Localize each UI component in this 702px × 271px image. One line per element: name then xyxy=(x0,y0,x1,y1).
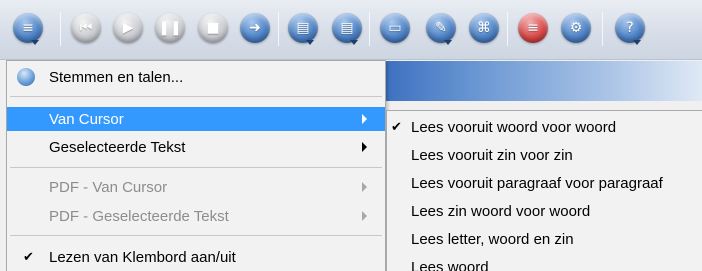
menu-separator xyxy=(10,96,382,97)
help-button[interactable]: ? xyxy=(613,11,647,45)
pause-icon-glyph: ❚❚ xyxy=(158,20,182,36)
screen-reader-button[interactable]: ▭ xyxy=(378,11,412,45)
checkmark-icon: ✔ xyxy=(23,249,34,265)
submenu-item[interactable]: Lees vooruit paragraaf voor paragraaf xyxy=(387,170,702,196)
menu-item-pdf-from-cursor: PDF - Van Cursor xyxy=(7,175,385,199)
submenu-arrow-icon xyxy=(362,182,367,192)
wrench-icon: ⚙ xyxy=(561,13,591,43)
pause-button[interactable]: ❚❚ xyxy=(153,11,187,45)
stop-icon: ■ xyxy=(198,13,228,43)
submenu-item-label: Lees vooruit woord voor woord xyxy=(411,118,617,136)
previous-button[interactable]: ⏮ xyxy=(69,11,103,45)
play-button[interactable]: ▶ xyxy=(111,11,145,45)
toolbar-separator xyxy=(60,12,61,46)
monitor-icon: ▭ xyxy=(380,13,410,43)
dropdown-arrow-icon xyxy=(350,40,358,45)
menu-item-from-cursor[interactable]: Van Cursor xyxy=(7,107,385,131)
play-icon-glyph: ▶ xyxy=(122,20,134,36)
scan-icon-glyph: ✎ xyxy=(435,20,447,36)
menu-item-pdf-from-cursor-label: PDF - Van Cursor xyxy=(49,178,168,196)
menu-separator xyxy=(10,167,382,168)
document-audio-icon: ▤ xyxy=(288,13,318,43)
menu-item-clipboard-label: Lezen van Klembord aan/uit xyxy=(49,248,236,266)
language-button[interactable]: ≡ xyxy=(516,11,550,45)
document-background xyxy=(380,61,702,101)
save-audio-button[interactable]: ▤ xyxy=(286,11,320,45)
menu-item-selected-text-label: Geselecteerde Tekst xyxy=(49,138,186,156)
record-icon-glyph: ▤ xyxy=(340,20,354,36)
settings-button[interactable]: ⚙ xyxy=(559,11,593,45)
toolbar-separator xyxy=(369,12,370,46)
menu-item-voices-label: Stemmen en talen... xyxy=(49,68,184,86)
checkmark-icon: ✔ xyxy=(391,119,402,135)
wrench-icon-glyph: ⚙ xyxy=(569,20,583,36)
voices-icon xyxy=(17,68,35,86)
play-icon: ▶ xyxy=(113,13,143,43)
book-icon: ⌘ xyxy=(469,13,499,43)
flag-icon: ≡ xyxy=(518,13,548,43)
speed-icon: ➜ xyxy=(240,13,270,43)
dropdown-arrow-icon xyxy=(633,40,641,45)
flag-icon-glyph: ≡ xyxy=(527,20,539,36)
help-icon: ? xyxy=(615,13,645,43)
book-icon-glyph: ⌘ xyxy=(477,20,491,36)
menu-item-from-cursor-label: Van Cursor xyxy=(49,110,124,128)
skip-back-icon-glyph: ⏮ xyxy=(79,20,93,36)
submenu-arrow-icon xyxy=(362,142,367,152)
submenu-item-label: Lees zin woord voor woord xyxy=(411,202,591,220)
submenu-item[interactable]: Lees vooruit zin voor zin xyxy=(387,142,702,168)
from-cursor-submenu: ✔ Lees vooruit woord voor woord Lees vooru… xyxy=(386,110,702,271)
submenu-arrow-icon xyxy=(362,114,367,124)
speed-icon-glyph: ➜ xyxy=(249,20,261,36)
submenu-arrow-icon xyxy=(362,211,367,221)
speed-button[interactable]: ➜ xyxy=(238,11,272,45)
submenu-item[interactable]: Lees zin woord voor woord xyxy=(387,198,702,224)
submenu-item-label: Lees vooruit zin voor zin xyxy=(411,146,573,164)
submenu-item-label: Lees letter, woord en zin xyxy=(411,230,574,248)
toolbar-separator xyxy=(602,12,603,46)
dictionary-button[interactable]: ⌘ xyxy=(467,11,501,45)
toolbar: ≡ ⏮ ▶ ❚❚ ■ ➜ ▤ ▤ ▭ ✎ ⌘ ≡ ⚙? xyxy=(0,0,702,60)
menu-item-pdf-selected-text: PDF - Geselecteerde Tekst xyxy=(7,204,385,228)
pause-icon: ❚❚ xyxy=(155,13,185,43)
dropdown-arrow-icon xyxy=(444,40,452,45)
scan-icon: ✎ xyxy=(426,13,456,43)
submenu-item-label: Lees vooruit paragraaf voor paragraaf xyxy=(411,174,663,192)
submenu-item[interactable]: Lees woord xyxy=(387,254,702,271)
speech-dropdown-menu: Stemmen en talen... Van Cursor Geselecte… xyxy=(6,60,386,271)
submenu-item-label: Lees woord xyxy=(411,258,489,271)
document-audio-icon-glyph: ▤ xyxy=(296,20,310,36)
toolbar-separator xyxy=(278,12,279,46)
stop-icon-glyph: ■ xyxy=(206,20,220,36)
menu-item-clipboard-toggle[interactable]: ✔ Lezen van Klembord aan/uit xyxy=(7,245,385,269)
toolbar-separator xyxy=(507,12,508,46)
submenu-item[interactable]: ✔ Lees vooruit woord voor woord xyxy=(387,114,702,140)
record-icon: ▤ xyxy=(332,13,362,43)
speech-menu-button[interactable]: ≡ xyxy=(11,11,45,45)
scan-button[interactable]: ✎ xyxy=(424,11,458,45)
speech-bubble-icon: ≡ xyxy=(13,13,43,43)
skip-back-icon: ⏮ xyxy=(71,13,101,43)
menu-item-selected-text[interactable]: Geselecteerde Tekst xyxy=(7,135,385,159)
monitor-icon-glyph: ▭ xyxy=(388,20,402,36)
help-icon-glyph: ? xyxy=(626,20,634,36)
menu-item-pdf-selected-text-label: PDF - Geselecteerde Tekst xyxy=(49,207,229,225)
menu-item-voices[interactable]: Stemmen en talen... xyxy=(7,65,385,89)
speech-bubble-icon-glyph: ≡ xyxy=(22,20,34,36)
record-button[interactable]: ▤ xyxy=(330,11,364,45)
stop-button[interactable]: ■ xyxy=(196,11,230,45)
menu-separator xyxy=(10,235,382,236)
submenu-item[interactable]: Lees letter, woord en zin xyxy=(387,226,702,252)
dropdown-arrow-icon xyxy=(31,40,39,45)
dropdown-arrow-icon xyxy=(306,40,314,45)
